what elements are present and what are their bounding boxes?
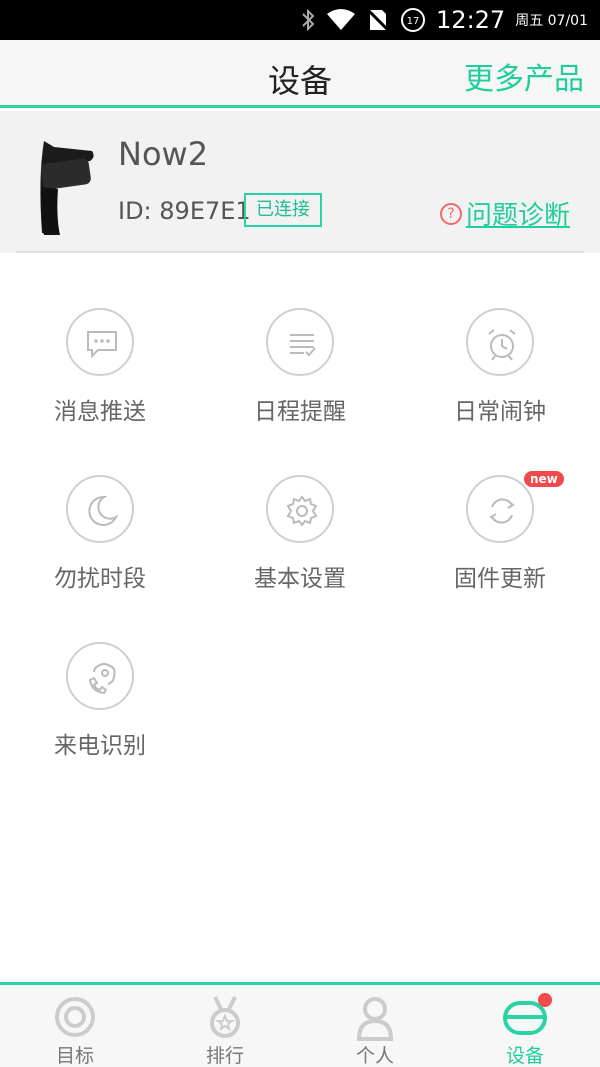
feature-do-not-disturb[interactable]: 勿扰时段 [0,475,200,595]
no-sim-icon [366,8,390,32]
diagnose-link[interactable]: ? 问题诊断 [439,195,570,232]
notification-count-icon: 17 [401,8,426,32]
bottom-tab-bar: 目标 排行 个人 设备 [0,982,600,1067]
clock-time: 12:27 [436,6,506,34]
feature-schedule-reminder[interactable]: 日程提醒 [200,308,400,428]
clock-date: 周五 07/01 [515,13,588,29]
schedule-icon [266,308,334,376]
tab-device[interactable]: 设备 [450,985,600,1067]
device-name: Now2 [118,135,209,173]
tab-label: 目标 [55,1045,94,1067]
more-products-link[interactable]: 更多产品 [464,54,584,98]
tab-label: 个人 [355,1045,394,1067]
tab-label: 排行 [205,1045,244,1067]
tab-goal[interactable]: 目标 [0,985,150,1067]
status-bar: 17 12:27 周五 07/01 [0,0,600,40]
person-icon [356,997,394,1041]
feature-label: 勿扰时段 [54,566,146,592]
moon-icon [66,475,134,543]
alarm-icon [466,308,534,376]
gear-icon [266,475,334,543]
feature-label: 固件更新 [454,566,546,592]
message-icon [66,308,134,376]
feature-basic-settings[interactable]: 基本设置 [200,475,400,595]
feature-firmware-update[interactable]: new 固件更新 [400,471,600,595]
feature-label: 消息推送 [54,399,146,425]
device-id: ID: 89E7E1 [118,197,251,225]
app-header: 设备 更多产品 [0,40,600,108]
question-icon: ? [439,202,462,225]
feature-label: 日常闹钟 [454,399,546,425]
notification-dot [538,993,552,1007]
tab-ranking[interactable]: 排行 [150,985,300,1067]
tab-label: 设备 [505,1045,544,1067]
band-image [40,141,94,235]
medal-icon [210,996,240,1038]
bluetooth-icon [302,8,315,32]
feature-daily-alarm[interactable]: 日常闹钟 [400,308,600,428]
tab-personal[interactable]: 个人 [300,985,450,1067]
feature-message-push[interactable]: 消息推送 [0,308,200,428]
refresh-icon [466,475,534,543]
notification-count: 17 [407,16,420,27]
connection-status-badge: 已连接 [244,193,322,227]
feature-label: 来电识别 [54,733,146,759]
feature-caller-id[interactable]: 来电识别 [0,642,200,762]
wifi-icon [327,9,356,30]
divider [16,251,584,253]
feature-label: 基本设置 [254,566,346,592]
new-badge: new [524,471,564,487]
diagnose-label: 问题诊断 [465,201,570,231]
feature-label: 日程提醒 [254,399,346,425]
phone-icon [66,642,134,710]
target-icon [55,997,95,1037]
device-card[interactable]: Now2 ID: 89E7E1 已连接 ? 问题诊断 [0,111,600,253]
